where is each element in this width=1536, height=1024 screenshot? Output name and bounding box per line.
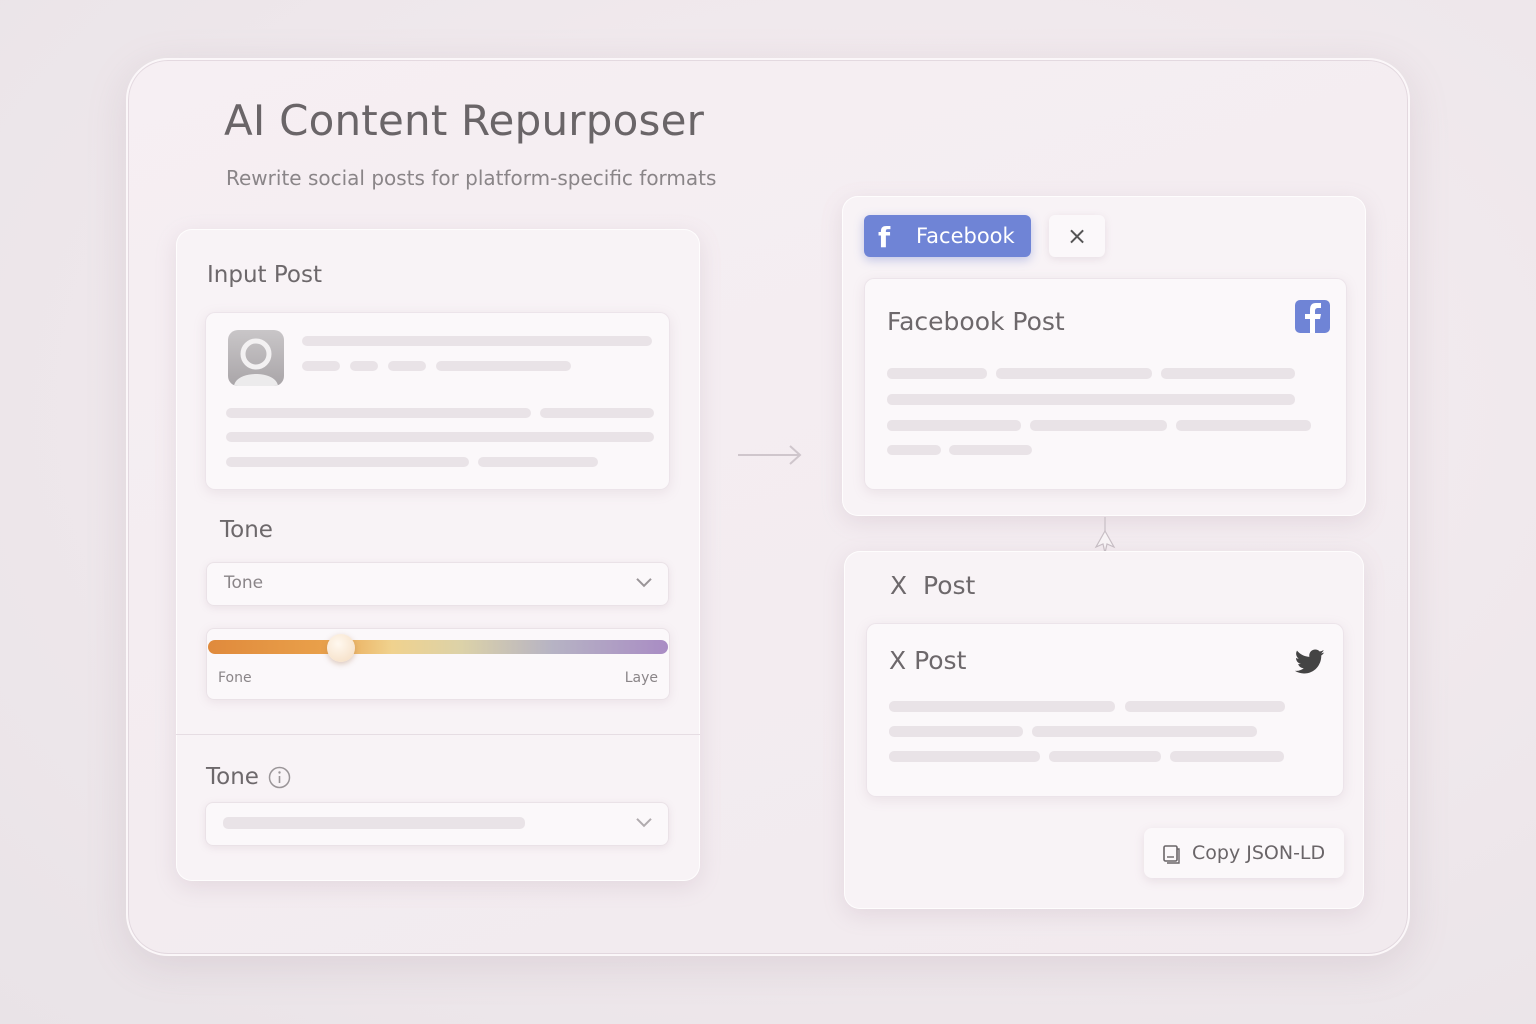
text-placeholder [1176, 420, 1311, 431]
tone-select[interactable]: Tone [206, 562, 669, 606]
facebook-tab-label: Facebook [916, 224, 1015, 248]
page-title: AI Content Repurposer [224, 96, 705, 145]
tone-heading: Tone [220, 517, 273, 543]
slider-min-label: Fone [218, 670, 252, 686]
text-placeholder [1032, 726, 1257, 737]
text-placeholder [887, 445, 941, 455]
facebook-f-icon: f [878, 221, 891, 254]
text-placeholder [540, 408, 654, 418]
tone-select-2[interactable] [205, 802, 669, 846]
input-post-heading: Input Post [207, 262, 322, 288]
slider-max-label: Laye [624, 670, 658, 686]
tone-heading-2: Tone [206, 764, 259, 790]
text-placeholder [478, 457, 598, 467]
tone-slider-track[interactable] [208, 640, 668, 654]
close-button[interactable]: × [1049, 215, 1105, 257]
text-placeholder [226, 408, 531, 418]
text-placeholder [889, 701, 1115, 712]
x-section-title: X Post [890, 571, 976, 600]
text-placeholder [1161, 368, 1295, 379]
tone-select-value: Tone [224, 573, 264, 593]
avatar [228, 330, 284, 386]
section-divider [176, 734, 700, 735]
chevron-down-icon [636, 818, 652, 828]
chevron-down-icon [636, 578, 652, 588]
text-placeholder [949, 445, 1032, 455]
text-placeholder [226, 432, 654, 442]
facebook-post-title: Facebook Post [887, 307, 1065, 336]
meta-placeholder [388, 361, 426, 371]
text-placeholder [887, 394, 1295, 405]
text-placeholder [1030, 420, 1167, 431]
author-name-placeholder [302, 336, 652, 346]
meta-placeholder [350, 361, 378, 371]
copy-icon [1163, 845, 1180, 864]
facebook-icon [1295, 300, 1330, 333]
text-placeholder [1049, 751, 1161, 762]
copy-json-ld-label: Copy JSON-LD [1192, 842, 1326, 864]
twitter-bird-icon [1295, 649, 1325, 674]
user-silhouette-icon [234, 338, 278, 386]
select-placeholder [223, 817, 525, 829]
text-placeholder [1125, 701, 1285, 712]
text-placeholder [889, 751, 1040, 762]
arrow-right-icon [738, 445, 802, 465]
text-placeholder [889, 726, 1023, 737]
x-post-title: X Post [889, 646, 967, 675]
meta-placeholder [302, 361, 340, 371]
tone-slider-thumb[interactable] [327, 634, 356, 662]
facebook-tab-button[interactable]: f Facebook [864, 215, 1031, 257]
copy-json-ld-button[interactable]: Copy JSON-LD [1144, 828, 1344, 878]
text-placeholder [226, 457, 469, 467]
text-placeholder [887, 368, 987, 379]
meta-placeholder [436, 361, 571, 371]
tone-slider[interactable]: Fone Laye [206, 628, 670, 700]
info-icon[interactable] [268, 766, 291, 789]
text-placeholder [1170, 751, 1284, 762]
text-placeholder [887, 420, 1021, 431]
text-placeholder [996, 368, 1152, 379]
page-subtitle: Rewrite social posts for platform-specif… [226, 166, 717, 190]
